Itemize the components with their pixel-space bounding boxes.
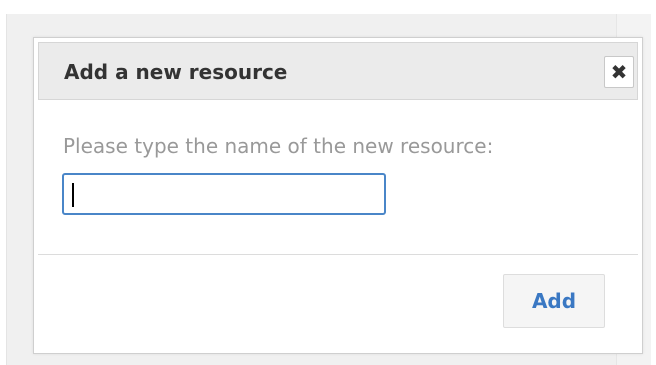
text-caret	[72, 183, 74, 207]
resource-name-input[interactable]	[62, 173, 386, 215]
dialog-header: Add a new resource ✖	[38, 42, 638, 100]
prompt-label: Please type the name of the new resource…	[63, 134, 494, 158]
close-icon: ✖	[610, 60, 628, 84]
dialog-body: Please type the name of the new resource…	[34, 100, 642, 255]
dialog-title: Add a new resource	[64, 60, 288, 84]
close-button[interactable]: ✖	[604, 56, 634, 88]
add-button[interactable]: Add	[503, 274, 605, 328]
footer-divider	[38, 254, 638, 255]
add-resource-dialog: Add a new resource ✖ Please type the nam…	[33, 37, 643, 354]
